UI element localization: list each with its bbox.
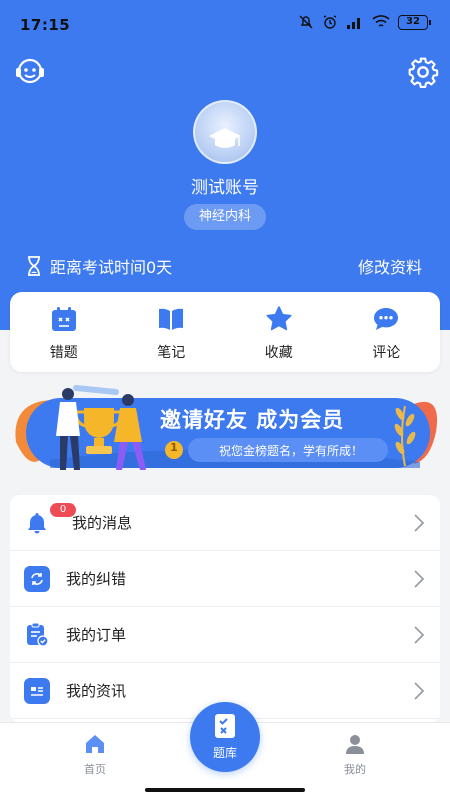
menu-item-label: 我的纠错 bbox=[66, 570, 127, 588]
menu-item-label: 我的订单 bbox=[66, 626, 127, 644]
battery-icon: 32 bbox=[398, 14, 431, 30]
username: 测试账号 bbox=[191, 178, 259, 198]
status-bar: 17:15 32 bbox=[0, 0, 450, 52]
quick-action-notes[interactable]: 笔记 bbox=[118, 292, 226, 372]
tab-question-bank-label: 题库 bbox=[212, 746, 237, 760]
menu-list: 0 我的消息 我的纠错 我的订单 我的资讯 bbox=[10, 495, 440, 723]
user-icon bbox=[315, 731, 395, 757]
banner-title: 邀请好友 成为会员 bbox=[160, 408, 345, 432]
menu-item-messages[interactable]: 0 我的消息 bbox=[10, 495, 440, 551]
department-badge: 神经内科 bbox=[184, 204, 266, 230]
star-icon bbox=[264, 304, 294, 334]
home-indicator bbox=[0, 780, 450, 800]
signal-icon bbox=[347, 18, 360, 29]
quick-action-wrong-questions[interactable]: 错题 bbox=[10, 292, 118, 372]
home-indicator-bar bbox=[145, 788, 305, 792]
avatar[interactable] bbox=[193, 100, 257, 164]
quick-action-comments[interactable]: 评论 bbox=[333, 292, 441, 372]
quick-action-favorites[interactable]: 收藏 bbox=[225, 292, 333, 372]
menu-item-corrections[interactable]: 我的纠错 bbox=[10, 551, 440, 607]
gear-icon bbox=[408, 57, 439, 88]
quick-action-label: 评论 bbox=[372, 345, 401, 361]
correction-icon bbox=[24, 565, 50, 592]
chevron-right-icon bbox=[414, 570, 425, 588]
hourglass-icon bbox=[28, 256, 40, 276]
wifi-icon bbox=[372, 15, 390, 27]
quick-action-label: 笔记 bbox=[157, 345, 186, 361]
exam-countdown: 距离考试时间0天 bbox=[26, 254, 172, 278]
chevron-right-icon bbox=[414, 626, 425, 644]
book-icon bbox=[156, 304, 186, 334]
settings-button[interactable] bbox=[407, 56, 439, 88]
quick-actions-card: 错题 笔记 收藏 评论 bbox=[10, 292, 440, 372]
tab-home[interactable]: 首页 bbox=[55, 731, 135, 777]
order-icon bbox=[24, 622, 50, 648]
edit-profile-link[interactable]: 修改资料 bbox=[358, 254, 422, 278]
news-icon bbox=[24, 677, 50, 704]
status-icons: 32 bbox=[298, 14, 431, 30]
alarm-icon bbox=[323, 15, 337, 29]
chevron-right-icon bbox=[414, 682, 425, 700]
quick-action-label: 错题 bbox=[49, 345, 78, 361]
calendar-x-icon bbox=[49, 304, 79, 334]
menu-item-label: 我的消息 bbox=[72, 514, 133, 532]
countdown-label: 距离考试时间0天 bbox=[50, 258, 173, 277]
bell-icon bbox=[24, 510, 50, 536]
quiz-sheet-icon bbox=[215, 714, 235, 738]
menu-item-orders[interactable]: 我的订单 bbox=[10, 607, 440, 663]
invite-banner[interactable]: 邀请好友 成为会员 祝您金榜题名，学有所成！ 1 bbox=[10, 380, 440, 480]
banner-subtitle: 祝您金榜题名，学有所成！ bbox=[218, 444, 363, 458]
mute-icon bbox=[299, 15, 313, 29]
quick-action-label: 收藏 bbox=[264, 345, 293, 361]
banner-rank-medal: 1 bbox=[170, 441, 178, 454]
menu-item-label: 我的资讯 bbox=[66, 682, 127, 700]
home-icon bbox=[55, 731, 135, 757]
tab-question-bank[interactable]: 题库 bbox=[190, 702, 260, 772]
status-time: 17:15 bbox=[20, 16, 71, 34]
chat-bubble-icon bbox=[371, 304, 401, 334]
chevron-right-icon bbox=[414, 514, 425, 532]
tab-home-label: 首页 bbox=[84, 763, 106, 776]
headset-icon bbox=[16, 58, 44, 84]
tab-mine[interactable]: 我的 bbox=[315, 731, 395, 777]
tab-mine-label: 我的 bbox=[344, 763, 366, 776]
customer-service-button[interactable] bbox=[14, 57, 46, 87]
graduation-cap-icon bbox=[209, 128, 241, 148]
